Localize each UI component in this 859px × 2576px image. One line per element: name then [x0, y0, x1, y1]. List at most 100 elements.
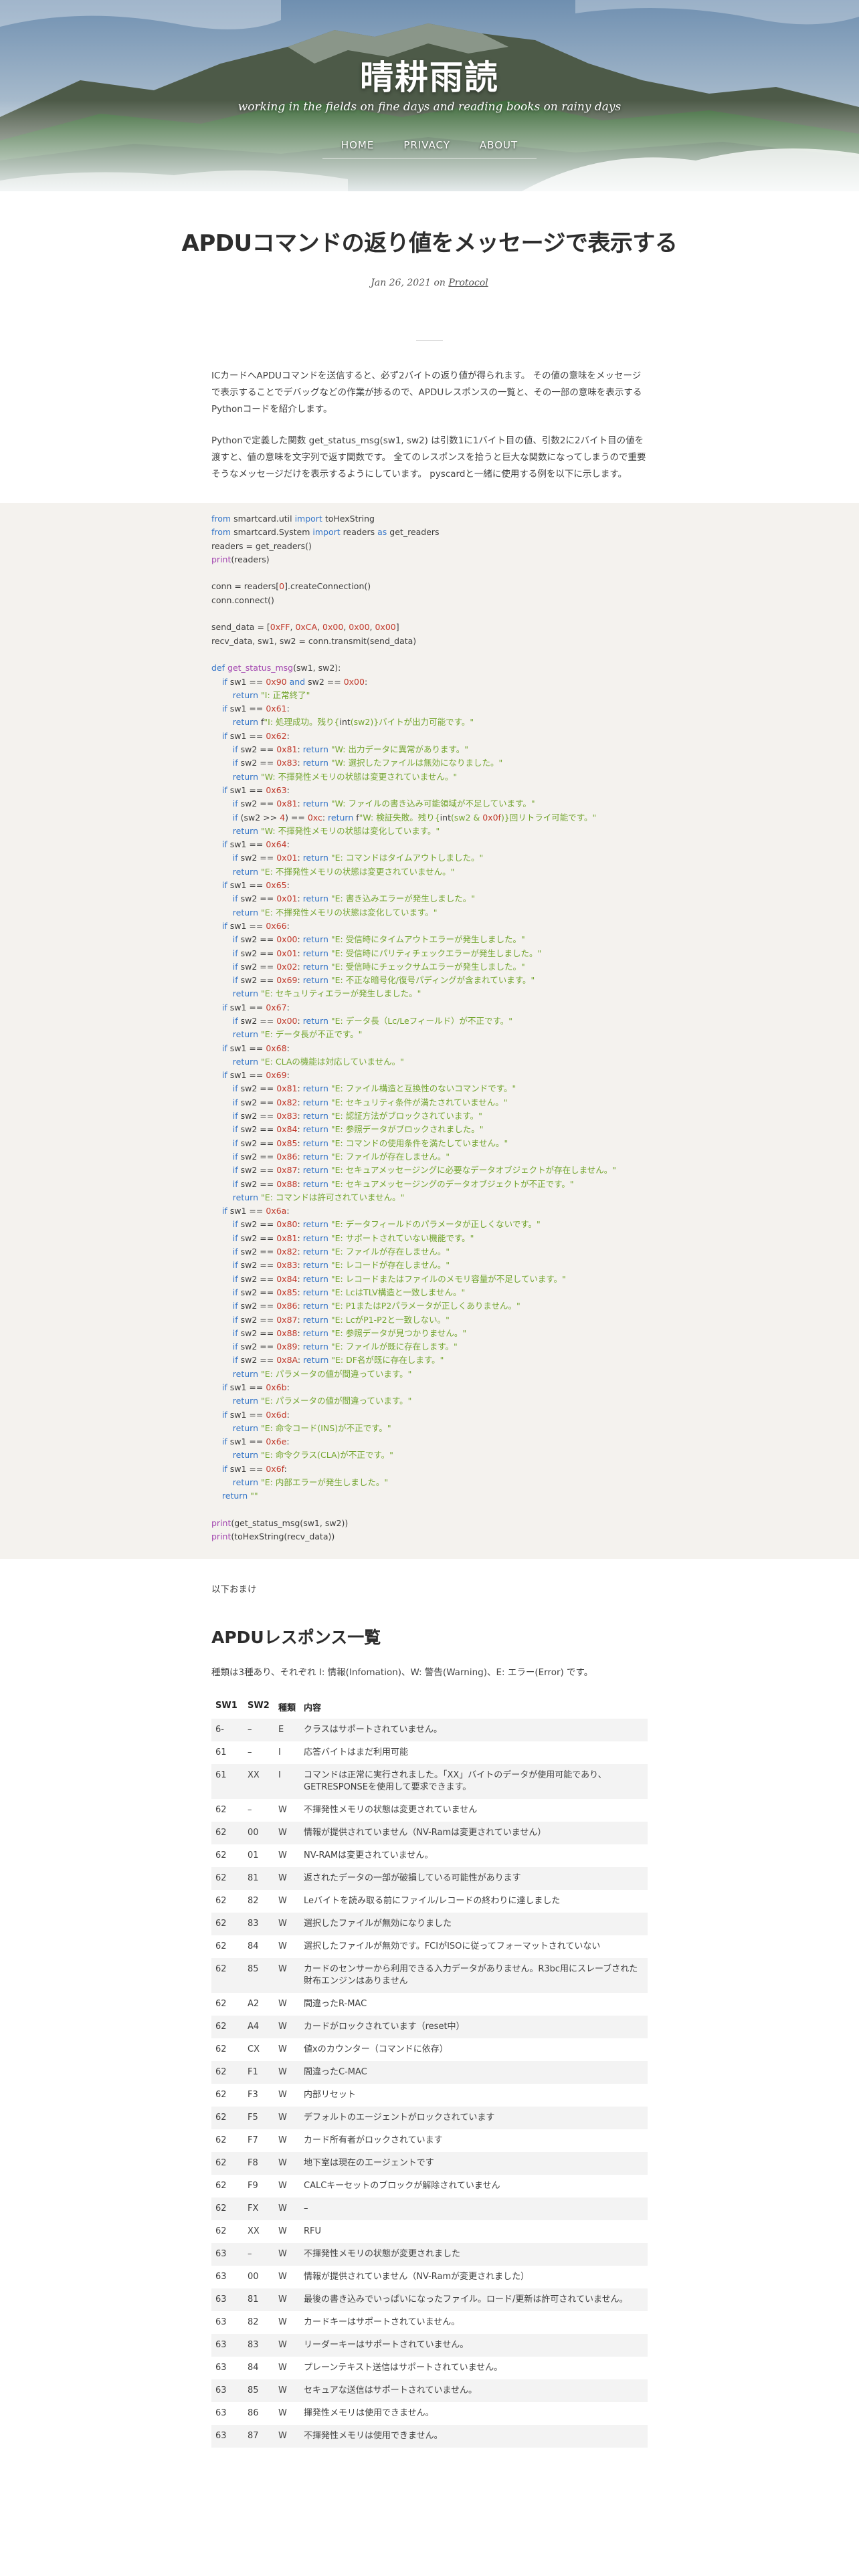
code-token: return: [232, 1029, 259, 1040]
code-token: sw1 ==: [227, 704, 266, 714]
code-token: if: [232, 1138, 238, 1148]
code-token: return: [302, 1287, 328, 1297]
code-token: :: [297, 1178, 303, 1189]
code-token: 0x00: [276, 934, 298, 945]
cell-sw1: 63: [215, 2294, 227, 2304]
post-category-link[interactable]: Protocol: [448, 278, 488, 288]
code-token: sw1 ==: [227, 1436, 266, 1447]
code-line: if sw2 == 0x82: return "E: ファイルが存在しません。": [211, 1245, 648, 1259]
code-token: :: [297, 1314, 303, 1325]
cell-sw1: 62: [215, 2021, 227, 2032]
cell-content: コマンドは正常に実行されました。「XX」バイトのデータが使用可能であり、GETR…: [304, 1769, 607, 1792]
code-token: if: [221, 1002, 227, 1012]
cell-sw2: 83: [248, 1918, 259, 1929]
code-token: if: [232, 1015, 238, 1026]
code-token: 0x68: [266, 1043, 287, 1053]
nav-home-link[interactable]: HOME: [326, 139, 389, 151]
cell-type: W: [278, 2362, 287, 2373]
code-token: "E: データ長（Lc/Leフィールド）が不正です。": [330, 1015, 512, 1026]
code-token: :: [297, 1124, 303, 1135]
code-token: def: [211, 663, 225, 673]
code-token: sw2 ==: [237, 853, 277, 863]
code-token: :: [286, 704, 290, 714]
code-token: if: [221, 1043, 227, 1053]
code-token: sw2 ==: [237, 1083, 277, 1094]
code-token: 0x61: [266, 704, 287, 714]
code-token: :: [297, 975, 303, 986]
code-token: 0x63: [266, 784, 287, 795]
code-token: "E: ファイルが存在しません。": [330, 1247, 450, 1257]
code-token: if: [221, 730, 227, 741]
code-token: :: [286, 1409, 290, 1420]
code-line: if sw2 == 0x83: return "W: 選択したファイルは無効にな…: [211, 756, 648, 770]
code-token: readers: [340, 527, 378, 538]
table-row: 62 F5 W デフォルトのエージェントがロックされています: [211, 2106, 648, 2129]
code-token: ) ==: [285, 812, 308, 823]
code-line: if sw1 == 0x65:: [211, 879, 648, 892]
table-row: 63 82 W カードキーはサポートされていません。: [211, 2311, 648, 2334]
cell-type: W: [278, 1918, 287, 1929]
code-token: "E: レコードが存在しません。": [330, 1260, 450, 1271]
cell-sw1: 62: [215, 2157, 227, 2168]
code-token: :: [286, 784, 290, 795]
cell-sw1: 6-: [215, 1724, 224, 1735]
code-line: if sw1 == 0x63:: [211, 784, 648, 797]
code-token: "E: コマンドの使用条件を満たしていません。": [330, 1138, 508, 1148]
nav-privacy-link[interactable]: PRIVACY: [389, 139, 465, 151]
cell-type: W: [278, 2135, 287, 2145]
code-token: sw2 ==: [237, 1219, 277, 1230]
code-token: sw2 ==: [237, 1151, 277, 1162]
code-token: smartcard.util: [231, 514, 295, 524]
nav-about-link[interactable]: ABOUT: [465, 139, 533, 151]
code-token: return: [302, 975, 328, 986]
code-line: if sw2 == 0x88: return "E: 参照データが見つかりません…: [211, 1327, 648, 1340]
code-token: sw2 ==: [237, 893, 277, 904]
code-token: "E: 受信時にパリティチェックエラーが発生しました。": [330, 948, 542, 958]
code-token: 0x82: [276, 1097, 298, 1107]
code-token: return: [302, 961, 328, 972]
python-code: from smartcard.util import toHexString fr…: [211, 512, 648, 1544]
code-line: def get_status_msg(sw1, sw2):: [211, 661, 648, 675]
code-line: if sw2 == 0x02: return "E: 受信時にチェックサムエラー…: [211, 960, 648, 974]
code-token: 0x6f: [266, 1463, 284, 1474]
site-title[interactable]: 晴耕雨読: [0, 58, 859, 98]
code-token: sw1 ==: [227, 880, 266, 891]
cell-sw2: 84: [248, 2362, 259, 2373]
code-token: 0x81: [276, 1083, 298, 1094]
code-token: print: [211, 1517, 231, 1528]
code-line: if sw2 == 0x81: return "W: 出力データに異常があります…: [211, 743, 648, 756]
code-token: return: [303, 1355, 329, 1366]
code-token: int: [339, 717, 351, 728]
site-header: 晴耕雨読 working in the fields on fine days …: [0, 0, 859, 191]
code-token: :: [297, 758, 303, 768]
code-token: 0x84: [276, 1273, 298, 1284]
code-token: :: [286, 1436, 290, 1447]
code-token: return: [232, 689, 259, 700]
cell-type: E: [278, 1724, 284, 1735]
code-token: print: [211, 1531, 231, 1542]
table-row: 62 F3 W 内部リセット: [211, 2084, 648, 2107]
cell-sw1: 63: [215, 2430, 227, 2441]
code-line: return f"I: 処理成功。残り{int(sw2)}バイトが出力可能です。…: [211, 716, 648, 729]
table-row: 63 87 W 不揮発性メモリは使用できません。: [211, 2424, 648, 2448]
code-token: return: [302, 1219, 328, 1230]
code-line: conn = readers[0].createConnection(): [211, 580, 648, 593]
code-token: :: [297, 1138, 303, 1148]
main-nav: HOME PRIVACY ABOUT: [0, 139, 859, 151]
code-line: if sw2 == 0x83: return "E: 認証方法がブロックされてい…: [211, 1109, 648, 1123]
code-token: 0x86: [276, 1301, 298, 1311]
code-token: 0x6d: [266, 1409, 287, 1420]
code-token: 0xFF: [270, 622, 290, 633]
cell-sw1: 62: [215, 1895, 227, 1906]
code-token: 0x6a: [266, 1206, 287, 1216]
code-token: from: [211, 527, 231, 538]
table-header-row: SW1 SW2 種類 内容: [211, 1695, 648, 1719]
